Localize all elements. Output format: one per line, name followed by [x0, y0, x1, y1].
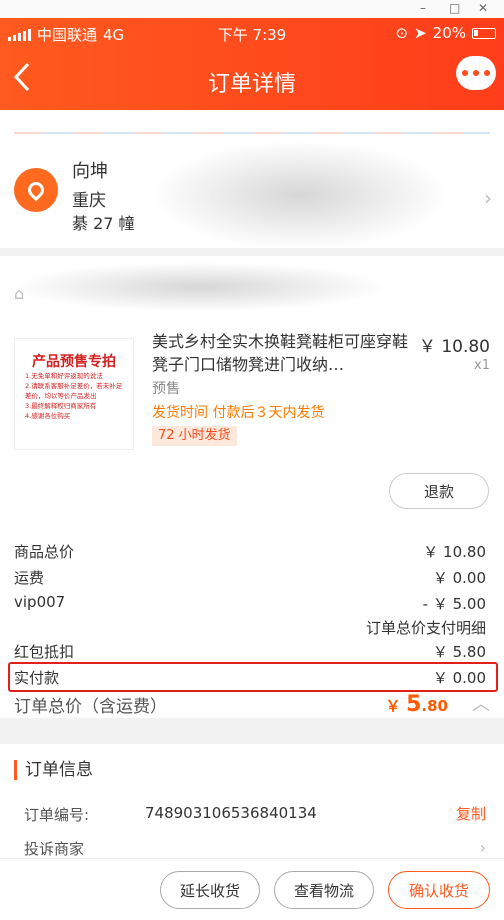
location-pin-icon — [14, 168, 58, 212]
chevron-right-icon[interactable]: › — [484, 186, 492, 210]
copy-button[interactable]: 复制 — [456, 803, 486, 824]
product-image-line: 3.最终解释权归商家所有 — [25, 402, 97, 410]
signal-icon — [8, 28, 31, 41]
order-total-row[interactable]: 订单总价（含运费） ￥ 5.80 ︿ — [14, 692, 490, 718]
recipient-address: 綦 27 幢 — [72, 214, 135, 233]
chat-dot — [484, 70, 490, 76]
complain-merchant-link[interactable]: 投诉商家 — [24, 838, 84, 859]
chat-dot — [462, 70, 468, 76]
redaction-smudge — [150, 140, 450, 250]
close-icon[interactable]: ✕ — [478, 1, 488, 15]
recipient-city: 重庆 — [72, 191, 106, 211]
product-quantity: x1 — [474, 358, 490, 373]
status-left: 中国联通 4G — [8, 24, 124, 45]
refund-button[interactable]: 退款 — [389, 473, 489, 509]
presale-label: 预售 — [152, 381, 180, 397]
minimize-icon[interactable]: – — [420, 1, 426, 15]
paid-label: 实付款 — [14, 669, 60, 687]
price-row-label: 运费 — [14, 569, 45, 587]
page-title: 订单详情 — [207, 72, 296, 97]
order-number: 748903106536840134 — [145, 804, 317, 822]
bottom-action-bar: 延长收货 查看物流 确认收货 — [0, 858, 504, 920]
redaction-smudge — [10, 262, 390, 312]
nav-bar: 订单详情 — [0, 56, 504, 102]
payment-detail-note: 订单总价支付明细 — [365, 619, 486, 637]
shop-icon[interactable]: ⌂ — [14, 284, 24, 303]
order-total-label: 订单总价（含运费） — [14, 697, 167, 717]
recipient-name: 向坤 — [72, 161, 108, 182]
chat-button[interactable] — [456, 56, 496, 90]
coupon-value: ￥ 5.80 — [432, 643, 486, 661]
location-arrow-icon: ➤ — [414, 24, 427, 42]
price-row-value: - ￥ 5.00 — [422, 595, 486, 613]
highlight-box — [8, 662, 498, 692]
product-image-line: 1.无免单和好评返现的说法 — [25, 372, 103, 380]
paid-value: ￥ 0.00 — [432, 669, 486, 687]
address-stripe — [14, 132, 490, 134]
carrier-name: 中国联通 — [37, 26, 98, 44]
order-total-integer: 5 — [406, 692, 422, 717]
coupon-label: 红包抵扣 — [14, 643, 75, 661]
status-bar: 下午 7:39 中国联通 4G ⊙ ➤ 20% — [0, 24, 504, 46]
extend-receipt-button[interactable]: 延长收货 — [160, 871, 260, 909]
product-image-line: 2.请联系客服补足差价，若未补足差价，均以等价产品发出 — [25, 382, 123, 400]
price-row-value: ￥ 10.80 — [423, 543, 486, 561]
chat-dot — [473, 70, 479, 76]
product-image[interactable]: 产品预售专拍 1.无免单和好评返现的说法 2.请联系客服补足差价，若未补足差价，… — [14, 338, 134, 450]
header: 下午 7:39 中国联通 4G ⊙ ➤ 20% 订单详情 — [0, 18, 504, 110]
order-total-value: ￥ 5.80 — [386, 692, 448, 717]
order-total-decimal: .80 — [421, 697, 448, 715]
product-image-line: 4.感谢各位购买 — [25, 412, 71, 420]
order-total-currency: ￥ — [385, 697, 401, 715]
order-number-label: 订单编号: — [24, 806, 90, 824]
network-type: 4G — [103, 25, 125, 44]
order-info-title: 订单信息 — [14, 760, 93, 780]
price-row-value: ￥ 0.00 — [432, 569, 486, 587]
chevron-right-icon[interactable]: › — [480, 838, 486, 857]
view-logistics-button[interactable]: 查看物流 — [274, 871, 374, 909]
product-title[interactable]: 美式乡村全实木换鞋凳鞋柜可座穿鞋凳子门口储物凳进门收纳… — [152, 330, 416, 376]
price-row-label: vip007 — [14, 593, 66, 611]
battery-percent: 20% — [432, 24, 466, 42]
maximize-icon[interactable]: □ — [449, 1, 460, 15]
product-price: ￥ 10.80 — [418, 337, 490, 357]
ship-time: 发货时间 付款后３天内发货 — [152, 405, 325, 421]
ship-badge: 72 小时发货 — [152, 426, 237, 446]
product-image-title: 产品预售专拍 — [32, 354, 116, 370]
battery-icon — [472, 27, 496, 39]
lock-rotation-icon: ⊙ — [395, 24, 409, 42]
chevron-up-icon[interactable]: ︿ — [472, 690, 490, 716]
status-right: ⊙ ➤ 20% — [395, 24, 496, 42]
price-row-label: 商品总价 — [14, 543, 75, 561]
confirm-receipt-button[interactable]: 确认收货 — [388, 871, 490, 909]
window-controls: – □ ✕ — [0, 0, 504, 18]
